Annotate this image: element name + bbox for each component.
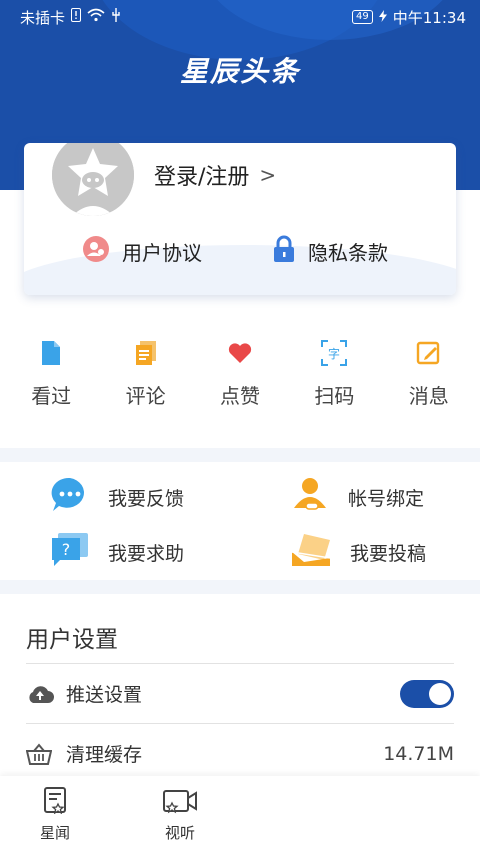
- quick-action-like[interactable]: 点赞: [200, 340, 280, 409]
- submit-icon: [290, 532, 332, 573]
- feedback-icon: [50, 476, 90, 519]
- clock-text: 中午11:34: [392, 8, 466, 27]
- submit-article-button[interactable]: 我要投稿: [290, 532, 426, 573]
- user-agreement-icon: [82, 235, 110, 268]
- services-grid: 我要反馈 帐号绑定 ? 我要求助 我要投稿: [0, 472, 480, 580]
- feedback-button[interactable]: 我要反馈: [50, 476, 184, 519]
- status-bar: 未插卡 49 中午11:34: [0, 0, 480, 34]
- cache-size-value: 14.71M: [383, 742, 454, 765]
- feedback-label: 我要反馈: [108, 488, 185, 510]
- bottom-tab-bar: 星闻 视听: [0, 776, 480, 853]
- login-register-link[interactable]: 登录/注册 >: [154, 159, 276, 191]
- privacy-policy-link[interactable]: 隐私条款: [272, 235, 388, 268]
- clear-cache-label: 清理缓存: [66, 744, 143, 766]
- tab-news-label: 星闻: [40, 824, 71, 842]
- scan-icon: 字: [321, 340, 348, 370]
- message-icon: [416, 340, 442, 370]
- svg-text:?: ?: [62, 540, 71, 559]
- basket-icon: [26, 742, 56, 765]
- tab-news[interactable]: 星闻: [40, 786, 70, 843]
- charging-icon: [378, 8, 387, 26]
- carrier-text: 未插卡: [20, 8, 66, 27]
- settings-title: 用户设置: [26, 600, 454, 664]
- quick-action-label: 看过: [31, 384, 72, 408]
- quick-action-label: 评论: [125, 384, 166, 408]
- account-bind-label: 帐号绑定: [348, 488, 425, 510]
- clear-cache-row[interactable]: 清理缓存 14.71M: [26, 724, 454, 784]
- push-toggle[interactable]: [400, 679, 454, 708]
- cloud-upload-icon: [26, 684, 56, 704]
- tab-video[interactable]: 视听: [162, 786, 198, 843]
- heart-icon: [227, 340, 253, 370]
- account-bind-icon: [290, 476, 330, 519]
- document-icon: [39, 340, 63, 370]
- help-icon: ?: [50, 532, 90, 573]
- login-register-label: 登录/注册: [154, 165, 250, 190]
- lock-icon: [272, 235, 296, 268]
- sim-alert-icon: [71, 8, 82, 26]
- tab-video-label: 视听: [164, 824, 195, 842]
- toggle-knob: [429, 682, 451, 705]
- user-agreement-link[interactable]: 用户协议: [82, 235, 202, 268]
- help-label: 我要求助: [108, 543, 185, 565]
- avatar[interactable]: [52, 143, 134, 216]
- submit-label: 我要投稿: [350, 543, 427, 565]
- quick-action-scan[interactable]: 字 扫码: [294, 340, 374, 409]
- video-tab-icon: [162, 786, 198, 818]
- battery-indicator: 49: [352, 10, 373, 24]
- account-bind-button[interactable]: 帐号绑定: [290, 476, 424, 519]
- svg-text:字: 字: [328, 346, 340, 361]
- news-tab-icon: [41, 786, 69, 818]
- quick-action-label: 扫码: [314, 384, 355, 408]
- section-divider: [0, 580, 480, 594]
- quick-action-comment[interactable]: 评论: [106, 340, 186, 409]
- quick-action-message[interactable]: 消息: [389, 340, 469, 409]
- push-settings-row[interactable]: 推送设置: [26, 664, 454, 724]
- quick-action-viewed[interactable]: 看过: [11, 340, 91, 409]
- app-logo: 星辰头条: [179, 55, 300, 88]
- comment-icon: [134, 340, 158, 370]
- quick-action-label: 点赞: [219, 384, 260, 408]
- chevron-right-icon: >: [259, 163, 277, 187]
- usb-icon: [111, 8, 121, 26]
- quick-action-label: 消息: [408, 384, 449, 408]
- section-divider: [0, 448, 480, 462]
- push-settings-label: 推送设置: [66, 684, 143, 706]
- user-settings-section: 用户设置 推送设置 清理缓存 14.71M: [26, 600, 454, 784]
- profile-card: 登录/注册 > 用户协议 隐私条款: [24, 143, 456, 295]
- user-agreement-label: 用户协议: [122, 241, 202, 265]
- help-button[interactable]: ? 我要求助: [50, 532, 184, 573]
- wifi-icon: [87, 8, 105, 26]
- quick-actions-row: 看过 评论 点赞 字 扫码 消息: [0, 340, 480, 409]
- privacy-policy-label: 隐私条款: [308, 241, 388, 265]
